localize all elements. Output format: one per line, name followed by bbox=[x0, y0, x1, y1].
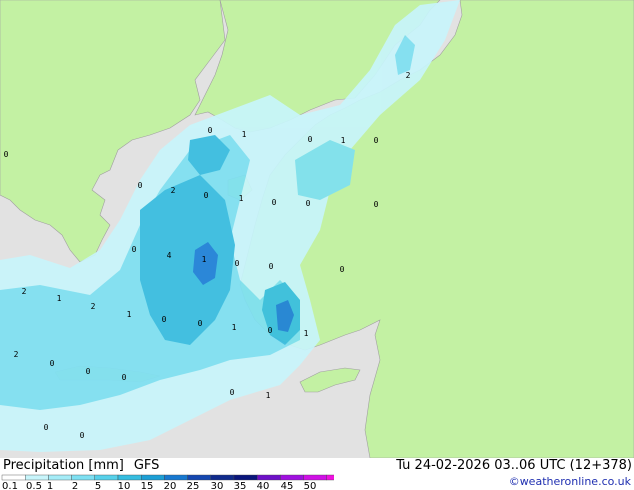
precip-value: 0 bbox=[208, 126, 213, 135]
legend-tick-label: 10 bbox=[118, 481, 131, 490]
precip-value: 2 bbox=[14, 350, 19, 359]
precip-value: 0 bbox=[204, 191, 209, 200]
precipitation-map: 0 1 0 1 0 2 0 0 0 1 0 0 0 2 4 0 1 0 0 0 2 1 1 2 0 1 0 0 1 2 0 0 0 0 1 0 0 bbox=[0, 0, 634, 458]
legend-swatch bbox=[257, 474, 281, 481]
legend-tick-label: 0.1 bbox=[2, 481, 18, 490]
site-credit[interactable]: ©weatheronline.co.uk bbox=[509, 475, 631, 488]
map-title: Precipitation [mm] GFS bbox=[3, 458, 159, 473]
valid-time: Tu 24-02-2026 03..06 UTC (12+378) bbox=[396, 458, 632, 473]
precip-value: 1 bbox=[341, 136, 346, 145]
legend-swatch bbox=[117, 474, 142, 481]
legend-tick-label: 30 bbox=[211, 481, 224, 490]
legend-swatches bbox=[1, 474, 334, 481]
legend-tick-label: 50 bbox=[304, 481, 317, 490]
legend-swatch bbox=[326, 474, 334, 481]
precip-value: 0 bbox=[162, 315, 167, 324]
legend-tick-label: 25 bbox=[187, 481, 200, 490]
legend-tick-label: 20 bbox=[164, 481, 177, 490]
precip-value: 0 bbox=[44, 423, 49, 432]
precip-value: 0 bbox=[198, 319, 203, 328]
precip-value: 4 bbox=[167, 251, 172, 260]
legend-tick-label: 35 bbox=[234, 481, 247, 490]
precip-value: 2 bbox=[22, 287, 27, 296]
precip-value: 1 bbox=[304, 329, 309, 338]
model-name: GFS bbox=[133, 458, 160, 473]
legend-swatch bbox=[1, 474, 26, 481]
precip-value: 0 bbox=[308, 135, 313, 144]
precip-value: 2 bbox=[91, 302, 96, 311]
precip-value: 0 bbox=[4, 150, 9, 159]
legend-tick-label: 15 bbox=[141, 481, 154, 490]
precip-value: 0 bbox=[80, 431, 85, 440]
precip-value: 0 bbox=[138, 181, 143, 190]
precip-value: 1 bbox=[202, 255, 207, 264]
precip-value: 0 bbox=[235, 259, 240, 268]
precip-value: 0 bbox=[230, 388, 235, 397]
legend-swatch bbox=[280, 474, 304, 481]
legend-tick-label: 2 bbox=[72, 481, 78, 490]
title-label: Precipitation [mm] bbox=[3, 458, 124, 473]
precip-value: 0 bbox=[374, 136, 379, 145]
legend-swatch bbox=[233, 474, 258, 481]
legend-swatch bbox=[164, 474, 188, 481]
precip-value: 0 bbox=[272, 198, 277, 207]
legend-tick-label: 1 bbox=[47, 481, 53, 490]
legend-tick-label: 5 bbox=[95, 481, 101, 490]
precip-value: 1 bbox=[232, 323, 237, 332]
precip-value: 2 bbox=[171, 186, 176, 195]
precip-value: 1 bbox=[242, 130, 247, 139]
legend-swatch bbox=[48, 474, 72, 481]
precip-value: 1 bbox=[127, 310, 132, 319]
legend-tick-label: 0.5 bbox=[26, 481, 42, 490]
precip-value: 0 bbox=[340, 265, 345, 274]
legend-swatch bbox=[25, 474, 49, 481]
precip-value: 0 bbox=[122, 373, 127, 382]
precip-value: 1 bbox=[266, 391, 271, 400]
precip-value: 1 bbox=[57, 294, 62, 303]
legend-swatch bbox=[71, 474, 95, 481]
legend-swatch bbox=[94, 474, 119, 481]
precip-value: 0 bbox=[306, 199, 311, 208]
color-legend: 0.1 0.5 1 2 5 10 15 20 25 30 35 40 45 50 bbox=[1, 474, 334, 490]
precip-value: 1 bbox=[239, 194, 244, 203]
legend-swatch bbox=[303, 474, 328, 481]
legend-tick-label: 40 bbox=[257, 481, 270, 490]
legend-swatch bbox=[210, 474, 235, 481]
legend-swatch bbox=[140, 474, 165, 481]
precip-value: 0 bbox=[374, 200, 379, 209]
precip-value: 0 bbox=[268, 326, 273, 335]
precip-value: 0 bbox=[132, 245, 137, 254]
legend-ticks: 0.1 0.5 1 2 5 10 15 20 25 30 35 40 45 50 bbox=[2, 481, 316, 490]
legend-tick-label: 45 bbox=[281, 481, 294, 490]
precip-value: 0 bbox=[269, 262, 274, 271]
legend-swatch bbox=[187, 474, 212, 481]
precip-value: 0 bbox=[86, 367, 91, 376]
precip-value: 0 bbox=[50, 359, 55, 368]
precip-value: 2 bbox=[406, 71, 411, 80]
